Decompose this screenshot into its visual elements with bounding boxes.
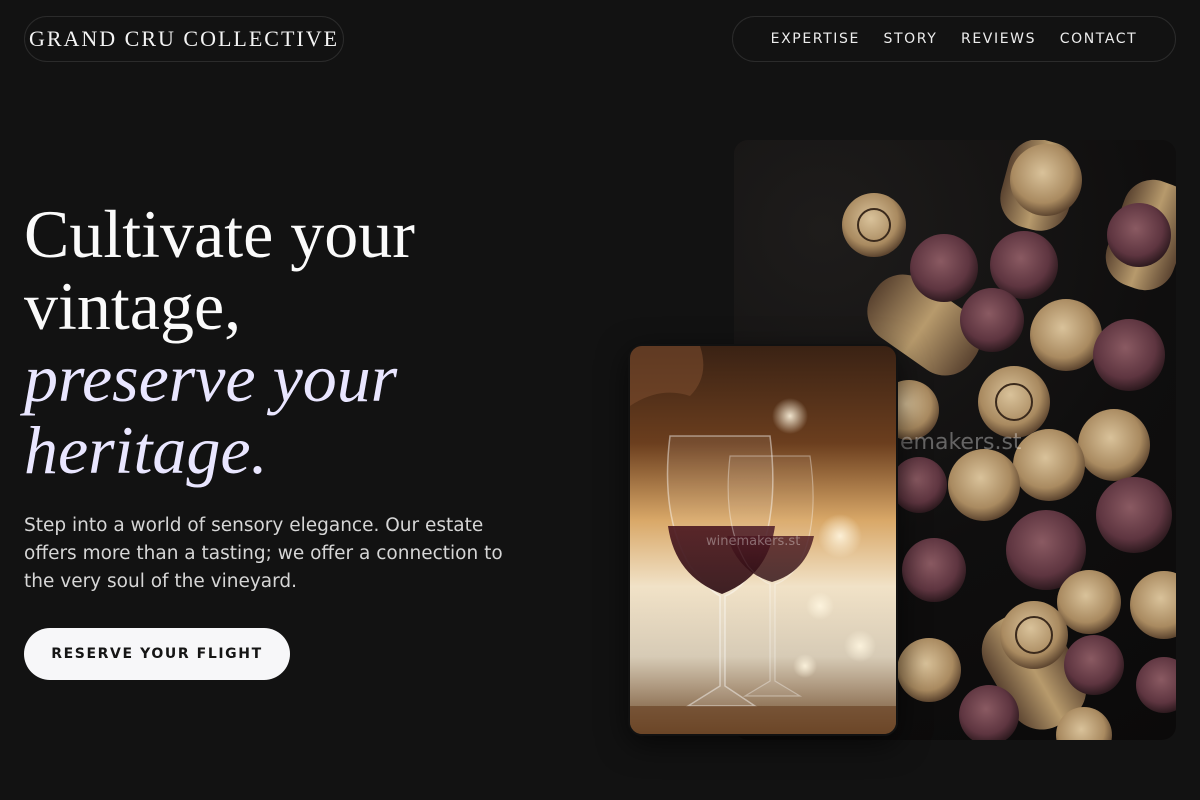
nav-link-story[interactable]: STORY [884, 31, 938, 47]
reserve-flight-button[interactable]: RESERVE YOUR FLIGHT [24, 628, 290, 680]
hero-title-line-4: heritage. [24, 412, 268, 488]
page: GRAND CRU COLLECTIVE EXPERTISE STORY REV… [0, 0, 1200, 800]
wine-glasses-image: winemakers.st [628, 344, 898, 736]
brand-name: GRAND CRU COLLECTIVE [28, 26, 340, 51]
nav-link-expertise[interactable]: EXPERTISE [771, 31, 860, 47]
main-nav: EXPERTISE STORY REVIEWS CONTACT [732, 16, 1176, 62]
nav-link-reviews[interactable]: REVIEWS [961, 31, 1036, 47]
hero-title: Cultivate your vintage, preserve your he… [24, 198, 584, 486]
brand-logo[interactable]: GRAND CRU COLLECTIVE [24, 16, 344, 62]
hero-title-line-3: preserve your [24, 340, 398, 416]
glasses-watermark: winemakers.st [706, 534, 801, 549]
hero-title-line-2: vintage, [24, 268, 242, 344]
hero-title-line-1: Cultivate your [24, 196, 415, 272]
hero-description: Step into a world of sensory elegance. O… [24, 515, 503, 592]
nav-link-contact[interactable]: CONTACT [1060, 31, 1138, 47]
corks-watermark: emakers.st [900, 430, 1022, 455]
